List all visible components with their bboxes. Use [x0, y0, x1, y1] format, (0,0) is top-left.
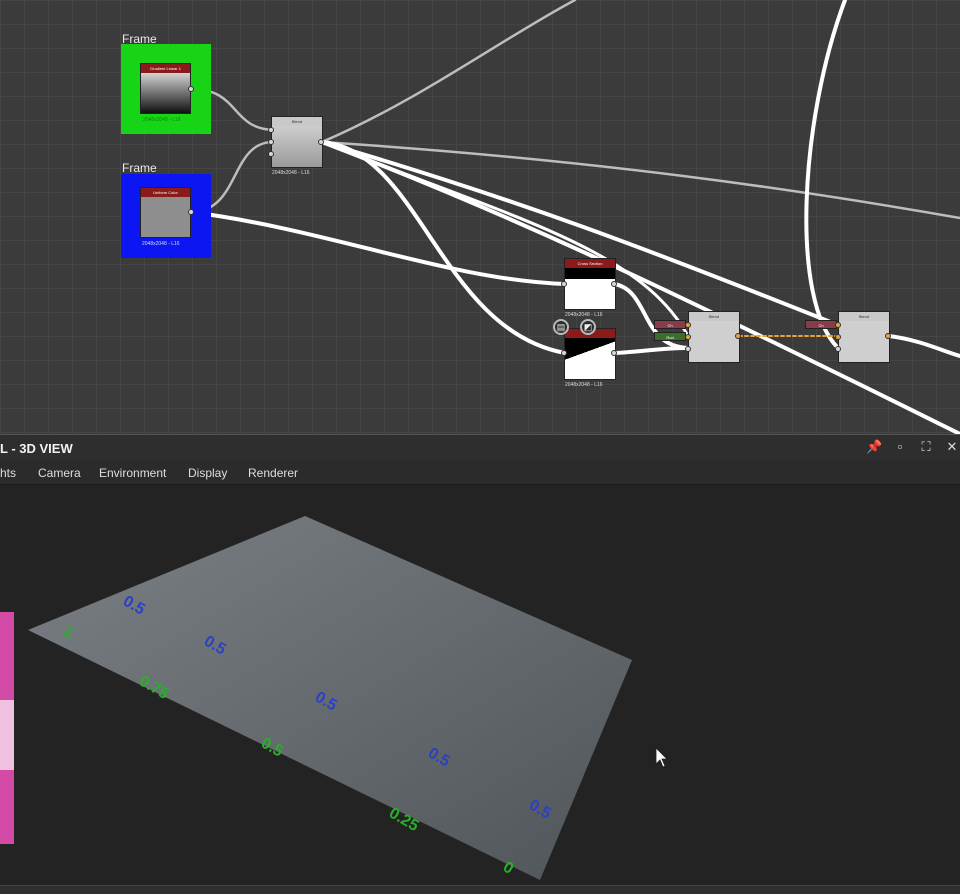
node-title: Blend — [272, 117, 322, 126]
document-icon[interactable]: ▤ — [553, 319, 569, 335]
blend-node[interactable]: Blend — [688, 311, 740, 363]
menu-renderer[interactable]: Renderer — [248, 466, 298, 480]
input-port[interactable] — [268, 151, 274, 157]
input-port[interactable] — [268, 139, 274, 145]
wire — [320, 0, 577, 144]
menu-lights[interactable]: hts — [0, 466, 16, 480]
restore-icon[interactable]: ▫ — [892, 439, 908, 455]
output-port[interactable] — [188, 86, 194, 92]
node-graph[interactable]: Frame Gradient Linear 1 2048x2048 - L16 … — [0, 0, 960, 434]
gradient-linear-node[interactable]: Gradient Linear 1 — [140, 63, 191, 114]
menu-camera[interactable]: Camera — [38, 466, 81, 480]
blend-node[interactable]: Blend — [271, 116, 323, 168]
frame-label: Frame — [122, 161, 157, 175]
thumbnail-highlight — [0, 700, 14, 770]
input-port[interactable] — [835, 334, 841, 340]
input-port[interactable] — [835, 322, 841, 328]
output-port[interactable] — [318, 139, 324, 145]
frame-green[interactable]: Gradient Linear 1 2048x2048 - L16 — [121, 44, 211, 134]
node-title: Cross Section — [565, 259, 615, 268]
node-title: Blend — [839, 312, 889, 321]
node-resolution: 2048x2048 - L16 — [272, 170, 310, 176]
horizontal-scrollbar[interactable] — [0, 885, 960, 894]
input-port[interactable] — [685, 334, 691, 340]
input-tag: Rnd — [654, 332, 686, 341]
cross-section-node[interactable]: Cross Section — [564, 258, 616, 310]
maximize-icon[interactable]: ⛶ — [918, 439, 934, 455]
input-port[interactable] — [561, 281, 567, 287]
cursor-icon — [655, 747, 668, 768]
blend-node[interactable]: Blend — [838, 311, 890, 363]
node-title: Gradient Linear 1 — [141, 64, 190, 73]
input-port[interactable] — [268, 127, 274, 133]
input-port[interactable] — [685, 346, 691, 352]
shape-node[interactable] — [564, 328, 616, 380]
wire — [612, 346, 690, 355]
node-title: Blend — [689, 312, 739, 321]
output-port[interactable] — [885, 333, 891, 339]
pin-icon[interactable]: 📌 — [866, 439, 882, 455]
input-tag: Ch — [654, 320, 686, 329]
node-resolution: 2048x2048 - L16 — [565, 382, 603, 388]
view-menubar: hts Camera Environment Display Renderer — [0, 460, 960, 485]
3d-viewport[interactable]: 1 0.75 0.5 0.25 0 0.5 0.5 0.5 0.5 0.5 — [0, 485, 960, 894]
input-port[interactable] — [561, 350, 567, 356]
viewport-scene: 1 0.75 0.5 0.25 0 0.5 0.5 0.5 0.5 0.5 — [0, 516, 668, 880]
frame-blue[interactable]: Uniform Color 2048x2048 - L16 — [121, 174, 211, 258]
output-port[interactable] — [188, 209, 194, 215]
wire — [320, 140, 960, 434]
wire — [189, 210, 567, 286]
window-controls: 📌 ▫ ⛶ ✕ — [866, 439, 960, 455]
input-port[interactable] — [835, 346, 841, 352]
checker-icon[interactable]: ◩ — [580, 319, 596, 335]
node-title: Uniform Color — [141, 188, 190, 197]
close-icon[interactable]: ✕ — [944, 439, 960, 455]
node-resolution: 2048x2048 - L16 — [143, 117, 181, 123]
panel-title: L - 3D VIEW — [0, 441, 73, 456]
output-port[interactable] — [611, 281, 617, 287]
uniform-color-node[interactable]: Uniform Color — [140, 187, 191, 238]
wire — [887, 334, 960, 358]
output-port[interactable] — [611, 350, 617, 356]
panel-titlebar: L - 3D VIEW 📌 ▫ ⛶ ✕ — [0, 434, 960, 460]
node-resolution: 2048x2048 - L16 — [565, 312, 603, 318]
output-port[interactable] — [735, 333, 741, 339]
menu-display[interactable]: Display — [188, 466, 227, 480]
node-resolution: 2048x2048 - L16 — [142, 241, 180, 247]
wire — [804, 0, 847, 350]
menu-environment[interactable]: Environment — [99, 466, 166, 480]
input-tag: Ch — [805, 320, 837, 329]
input-port[interactable] — [685, 322, 691, 328]
